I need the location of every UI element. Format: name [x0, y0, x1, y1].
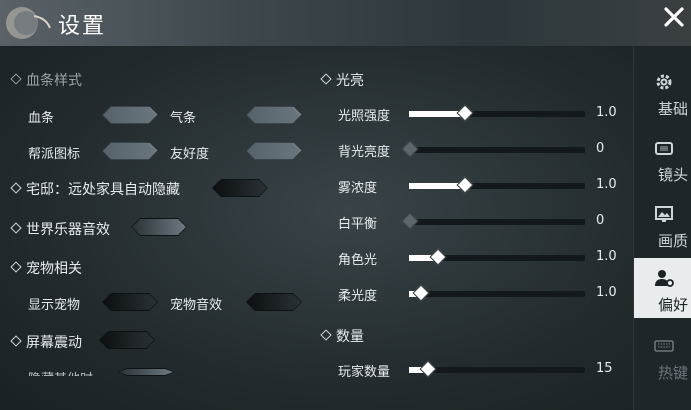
section-light: 光亮: [320, 70, 364, 90]
label-guild-icon: 帮派图标: [28, 147, 81, 162]
diamond-bullet-icon: [10, 335, 22, 347]
slider-track[interactable]: [401, 212, 585, 230]
diamond-bullet-icon: [320, 73, 332, 85]
diamond-bullet-icon: [10, 261, 22, 273]
slider-value: 1.0: [596, 105, 617, 120]
tab-label: 热键: [658, 364, 689, 382]
toggle-health-bar[interactable]: [102, 106, 158, 124]
tab-hotkeys[interactable]: 热键: [634, 326, 691, 386]
tab-graphics[interactable]: 画质: [634, 194, 691, 254]
slider-handle[interactable]: [429, 248, 447, 266]
section-heading: 血条样式: [26, 73, 82, 89]
toggle-knob: [100, 331, 117, 348]
setting-label: 宅邸：远处家具自动隐藏: [26, 182, 180, 198]
label-pet-sfx: 宠物音效: [170, 298, 223, 313]
close-icon: [664, 7, 684, 27]
slider-label: 光照强度: [338, 109, 391, 124]
section-count: 数量: [320, 326, 364, 346]
tab-label: 画质: [658, 232, 689, 250]
slider-label: 角色光: [338, 253, 378, 268]
tab-label: 基础: [658, 100, 689, 118]
label-health-bar: 血条: [28, 111, 55, 126]
user-settings-icon: [655, 270, 674, 287]
slider-handle[interactable]: [401, 212, 419, 230]
slider-label: 白平衡: [338, 217, 378, 232]
slider-label: 雾浓度: [338, 181, 378, 196]
slider-label: 柔光度: [338, 289, 378, 304]
toggle-music-sfx[interactable]: [131, 218, 187, 236]
slider-track[interactable]: [401, 140, 585, 158]
slider-handle[interactable]: [401, 140, 419, 158]
label-qi-bar: 气条: [170, 111, 197, 126]
toggle-knob: [285, 106, 302, 123]
toggle-knob: [141, 106, 158, 123]
setting-house-hide: 宅邸：远处家具自动隐藏: [10, 179, 180, 199]
section-heading: 光亮: [336, 73, 364, 89]
toggle-knob: [285, 142, 302, 159]
setting-label: 世界乐器音效: [26, 222, 110, 238]
game-logo-icon: [6, 7, 51, 39]
slider-value: 0: [596, 213, 605, 228]
toggle-show-pet[interactable]: [102, 293, 158, 311]
section-heading: 宠物相关: [26, 261, 82, 277]
setting-music-sfx: 世界乐器音效: [10, 219, 110, 239]
slider-track[interactable]: [409, 360, 585, 378]
label-friendship: 友好度: [170, 147, 210, 162]
toggle-friendship[interactable]: [246, 142, 302, 160]
slider-value: 0: [596, 141, 605, 156]
tab-preferences[interactable]: 偏好: [634, 258, 691, 318]
slider-handle[interactable]: [456, 104, 474, 122]
slider-handle[interactable]: [419, 360, 437, 378]
toggle-knob: [247, 293, 264, 310]
toggle-knob: [103, 293, 120, 310]
slider-handle[interactable]: [412, 284, 430, 302]
slider-handle[interactable]: [456, 176, 474, 194]
slider-value: 1.0: [596, 285, 617, 300]
toggle-knob: [141, 142, 158, 159]
toggle-knob: [213, 179, 230, 196]
section-pet: 宠物相关: [10, 258, 82, 278]
camera-icon: [655, 142, 673, 155]
slider-track[interactable]: [409, 104, 585, 122]
tab-camera[interactable]: 镜头: [634, 128, 691, 188]
toggle-qi-bar[interactable]: [246, 106, 302, 124]
slider-value: 15: [596, 361, 613, 376]
section-health-bar-style: 血条样式: [10, 70, 82, 90]
category-sidebar: 基础 镜头 画质 偏好 热键: [633, 46, 691, 410]
toggle-screen-shake[interactable]: [99, 331, 155, 349]
tab-label: 偏好: [658, 296, 689, 314]
window-title: 设置: [58, 14, 107, 39]
close-button[interactable]: [657, 0, 691, 34]
title-bar: 设置: [0, 0, 691, 47]
label-show-pet: 显示宠物: [28, 298, 81, 313]
setting-screen-shake: 屏幕震动: [10, 332, 82, 352]
setting-label: 屏幕震动: [26, 335, 82, 351]
toggle-pet-sfx[interactable]: [246, 293, 302, 311]
toggle-knob: [169, 218, 186, 235]
slider-track[interactable]: [409, 248, 585, 266]
toggle-house-hide[interactable]: [212, 179, 268, 197]
settings-panel: 血条样式 血条 气条 帮派图标 友好度 宅邸：远处家具自动隐藏 世界乐器音效 宠…: [0, 46, 633, 410]
slider-label: 背光亮度: [338, 145, 391, 160]
keyboard-icon: [654, 340, 674, 352]
diamond-bullet-icon: [10, 73, 22, 85]
gear-icon: [656, 74, 672, 90]
slider-value: 1.0: [596, 249, 617, 264]
picture-icon: [655, 206, 673, 222]
tab-label: 镜头: [658, 166, 689, 184]
slider-value: 1.0: [596, 177, 617, 192]
diamond-bullet-icon: [10, 182, 22, 194]
diamond-bullet-icon: [10, 222, 22, 234]
diamond-bullet-icon: [320, 329, 332, 341]
slider-label: 玩家数量: [338, 365, 391, 380]
slider-track[interactable]: [409, 176, 585, 194]
section-heading: 数量: [336, 329, 364, 345]
tab-basic[interactable]: 基础: [634, 62, 691, 122]
toggle-guild-icon[interactable]: [102, 142, 158, 160]
label-partial: 隐藏其他时: [28, 368, 93, 376]
toggle-partial[interactable]: [118, 368, 174, 376]
slider-track[interactable]: [409, 284, 585, 302]
